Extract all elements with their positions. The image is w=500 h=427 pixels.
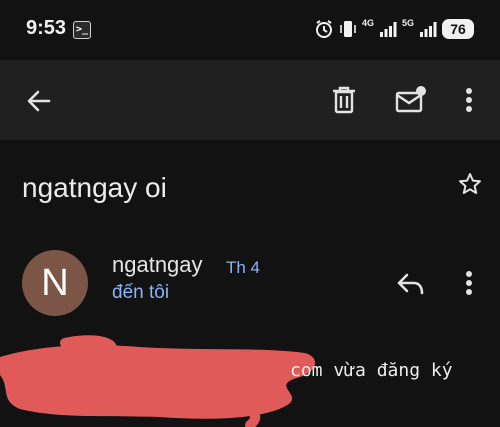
email-date: Th 4 [226,258,261,277]
delete-button[interactable] [328,82,360,118]
vibrate-icon [340,21,356,37]
top-toolbar [0,60,500,140]
back-arrow-icon [27,90,51,112]
trash-icon [333,86,355,114]
sender-name[interactable]: ngatngay [112,252,203,278]
status-icons: 4G 5G 76 [314,16,474,42]
signal-icon-1 [379,22,397,37]
recipient-details[interactable]: đến tôi [112,282,169,304]
reply-button[interactable] [396,270,426,298]
email-subject: ngatngay oi [22,172,167,203]
avatar[interactable]: N [22,250,88,316]
star-button[interactable] [458,172,482,196]
status-time: 9:53 [26,17,67,39]
star-icon [459,173,481,194]
network-4g: 4G [361,18,374,28]
network-5g: 5G [401,18,414,28]
battery-indicator: 76 [442,19,474,39]
alarm-icon [315,20,332,38]
signal-icon-2 [420,22,437,37]
more-vert-icon [466,88,472,112]
status-bar: 9:53 >_ 4G 5G 76 [0,0,500,60]
back-button[interactable] [22,84,56,118]
mark-unread-button[interactable] [394,82,428,118]
more-options-button[interactable] [458,82,480,118]
more-vert-icon [466,271,472,295]
mark-unread-icon [395,86,426,113]
terminal-icon: >_ [73,21,91,39]
redaction-mark [0,335,316,427]
message-more-button[interactable] [458,270,480,298]
reply-icon [397,273,424,295]
email-body: com vừa đăng ký [290,360,453,381]
